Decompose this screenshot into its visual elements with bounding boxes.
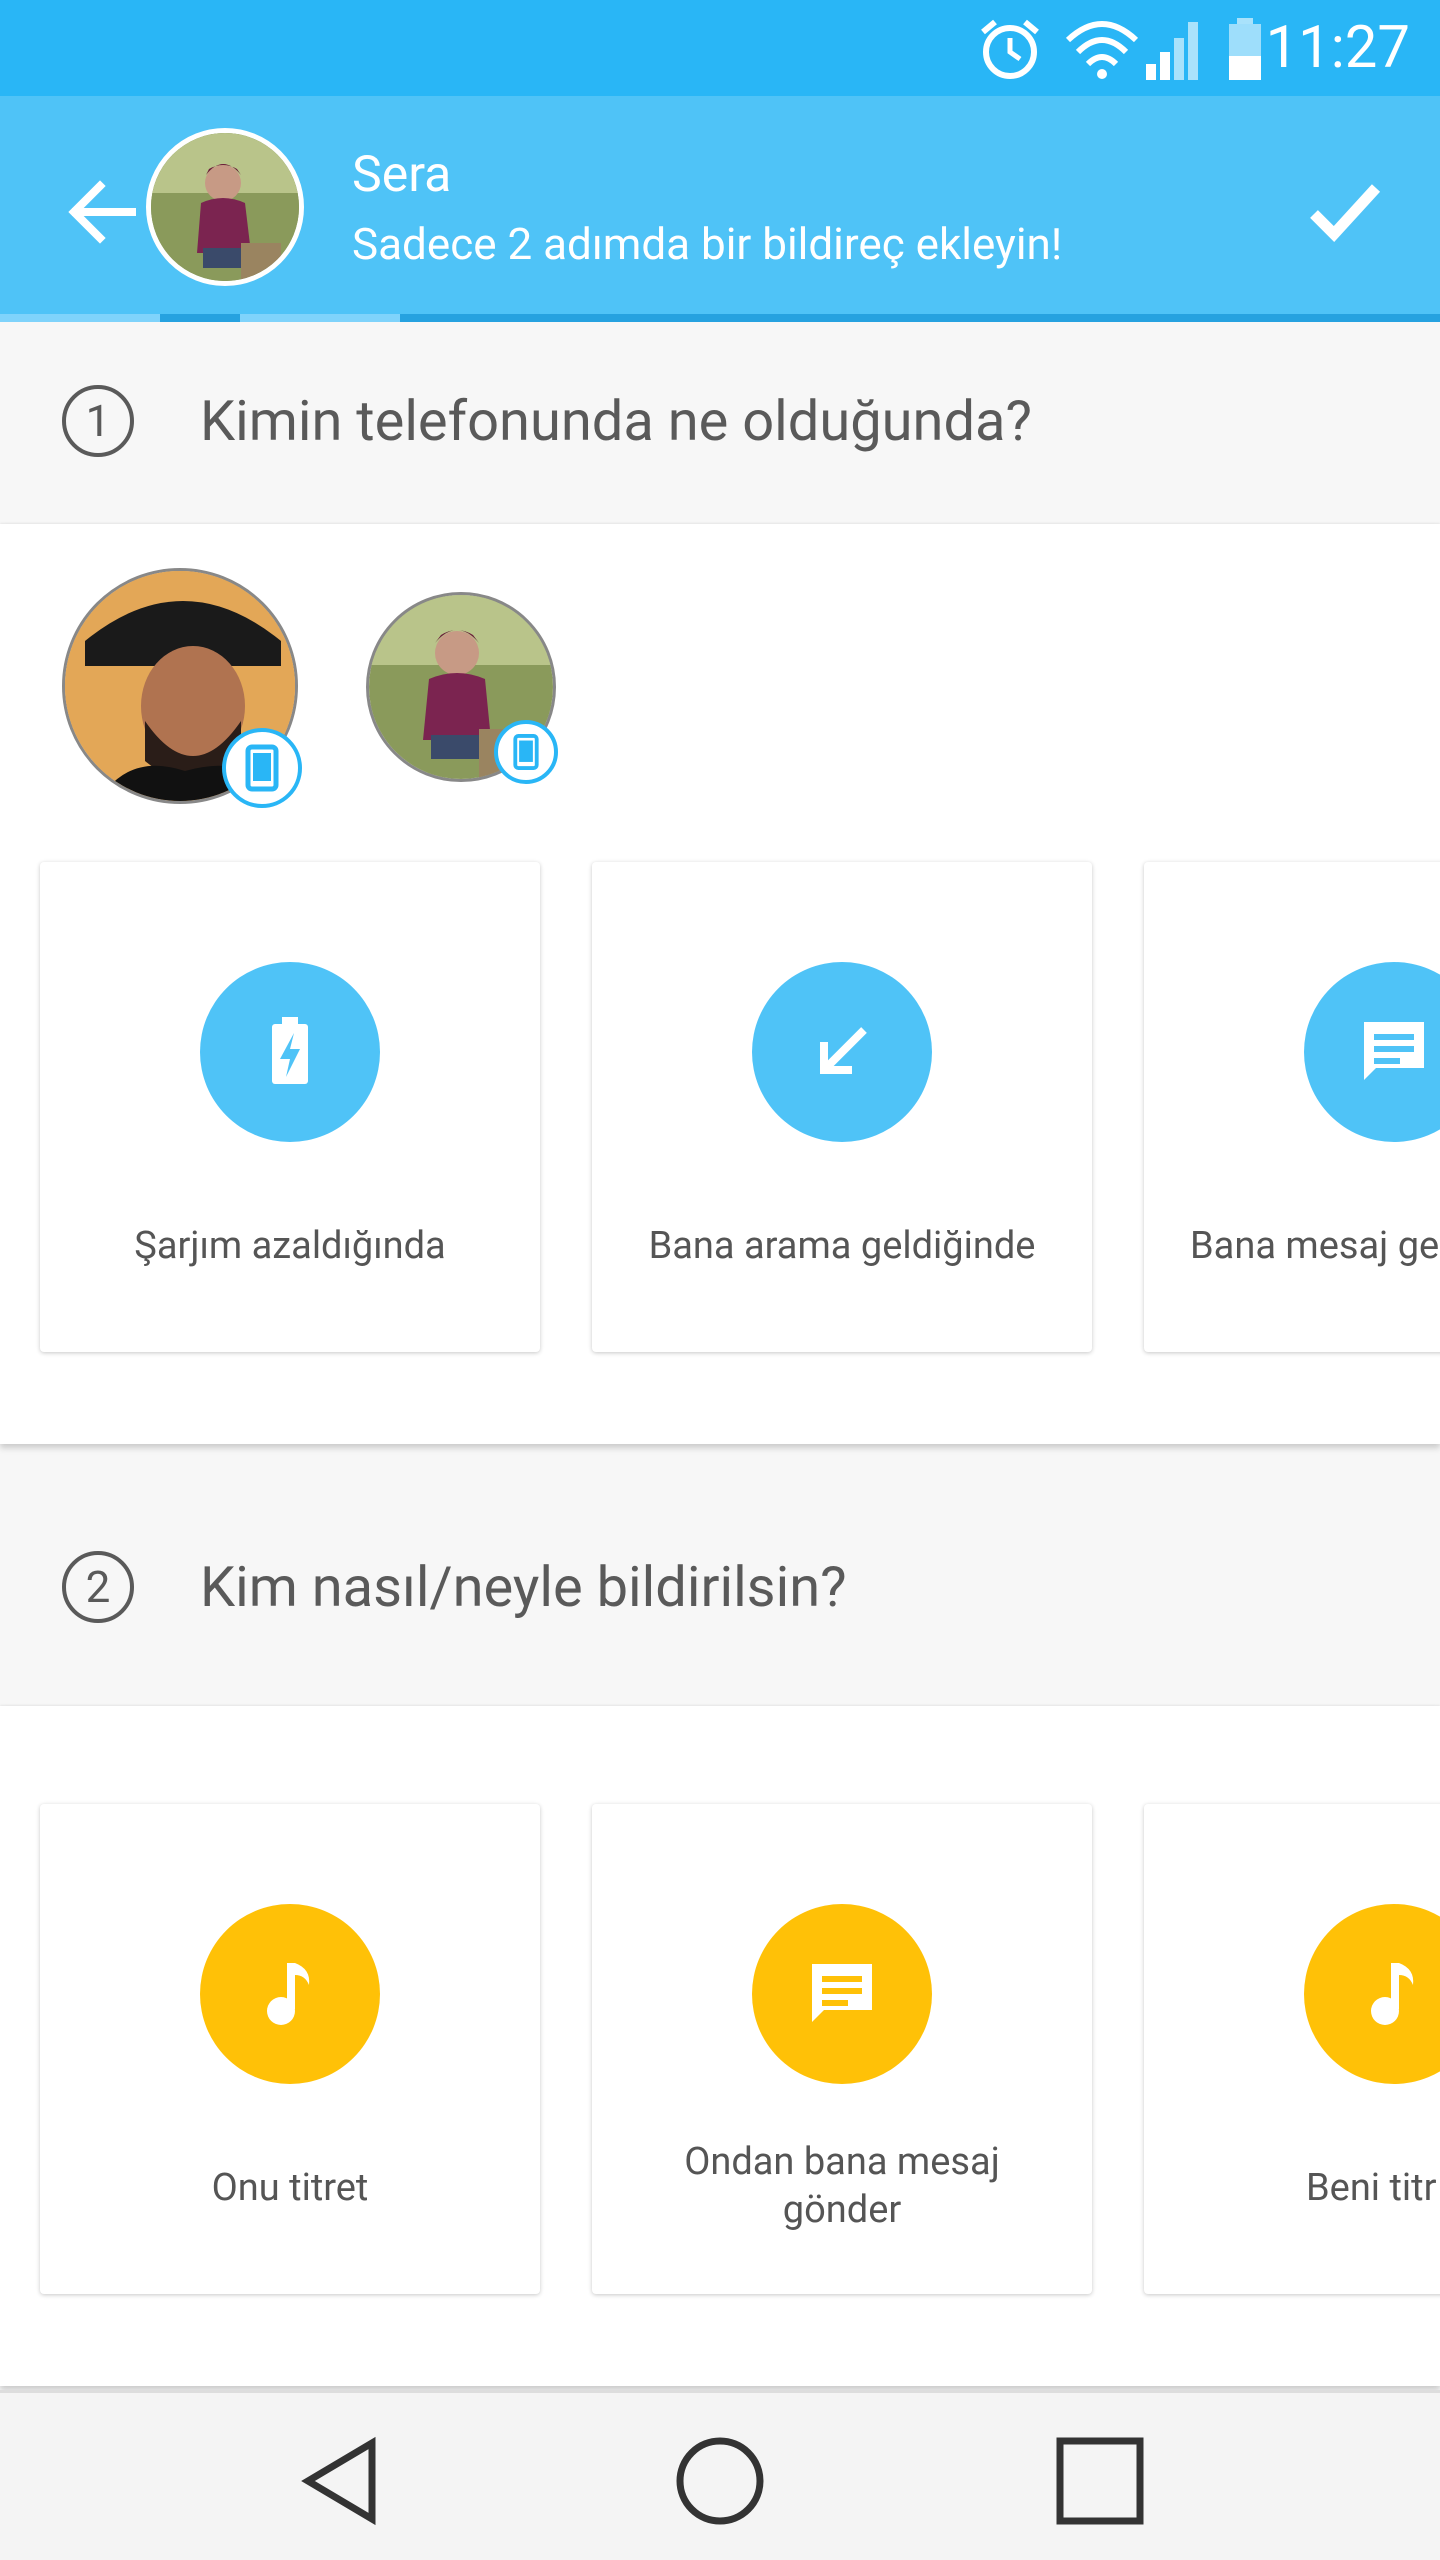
page-subtitle: Sadece 2 adımda bir bildireç ekleyin!	[352, 218, 1063, 270]
avatar[interactable]	[146, 128, 304, 286]
system-nav-bar	[0, 2390, 1440, 2560]
alarm-icon	[981, 19, 1039, 79]
nav-recents-icon[interactable]	[1050, 2431, 1150, 2531]
nav-back-icon[interactable]	[290, 2431, 390, 2531]
check-icon[interactable]	[1308, 174, 1382, 248]
card-label: Şarjım azaldığında	[134, 1224, 446, 1268]
status-bar: 11:27	[0, 0, 1440, 96]
step-2-header: 2 Kim nasıl/neyle bildirilsin?	[0, 1488, 1440, 1686]
app-bar: Sera Sadece 2 adımda bir bildireç ekleyi…	[0, 96, 1440, 322]
action-card-send-message[interactable]: Ondan bana mesaj gönder	[592, 1804, 1092, 2294]
card-label-line-1: Ondan bana mesaj	[684, 2140, 1000, 2184]
music-note-icon	[200, 1904, 380, 2084]
card-label-line-2: gönder	[782, 2188, 902, 2232]
incoming-call-arrow-icon	[752, 962, 932, 1142]
card-label: Bana arama geldiğinde	[648, 1224, 1036, 1268]
card-label: Onu titret	[211, 2166, 369, 2210]
trigger-card-incoming-call[interactable]: Bana arama geldiğinde	[592, 862, 1092, 1352]
trigger-panel: Şarjım azaldığında Bana arama geldiğinde…	[0, 524, 1440, 1444]
wifi-icon	[1065, 21, 1139, 79]
nav-home-icon[interactable]	[670, 2431, 770, 2531]
step-number: 2	[62, 1551, 134, 1623]
action-card-vibrate-me[interactable]: Beni titr	[1144, 1804, 1440, 2294]
action-card-vibrate-them[interactable]: Onu titret	[40, 1804, 540, 2294]
page-title: Sera	[352, 146, 452, 204]
step-1-header: 1 Kimin telefonunda ne olduğunda?	[0, 322, 1440, 520]
person-avatar-2[interactable]	[366, 592, 558, 784]
message-icon	[1304, 962, 1440, 1142]
card-label: Bana mesaj ge	[1190, 1224, 1440, 1268]
signal-icon	[1146, 22, 1198, 80]
action-panel: Onu titret Ondan bana mesaj gönder Beni …	[0, 1706, 1440, 2386]
message-icon	[752, 1904, 932, 2084]
arrow-back-icon[interactable]	[62, 172, 142, 252]
card-label: Beni titr	[1306, 2166, 1437, 2210]
person-avatar-1[interactable]	[62, 568, 302, 808]
trigger-card-message[interactable]: Bana mesaj ge	[1144, 862, 1440, 1352]
step-question: Kim nasıl/neyle bildirilsin?	[200, 1554, 847, 1620]
battery-icon	[1229, 18, 1261, 80]
music-note-icon	[1304, 1904, 1440, 2084]
phone-icon	[494, 720, 558, 784]
step-question: Kimin telefonunda ne olduğunda?	[200, 388, 1032, 454]
step-number: 1	[62, 385, 134, 457]
battery-charging-icon	[200, 962, 380, 1142]
clock-time: 11:27	[1265, 14, 1410, 82]
phone-icon	[222, 728, 302, 808]
progress-bar	[0, 314, 1440, 322]
trigger-card-battery-low[interactable]: Şarjım azaldığında	[40, 862, 540, 1352]
